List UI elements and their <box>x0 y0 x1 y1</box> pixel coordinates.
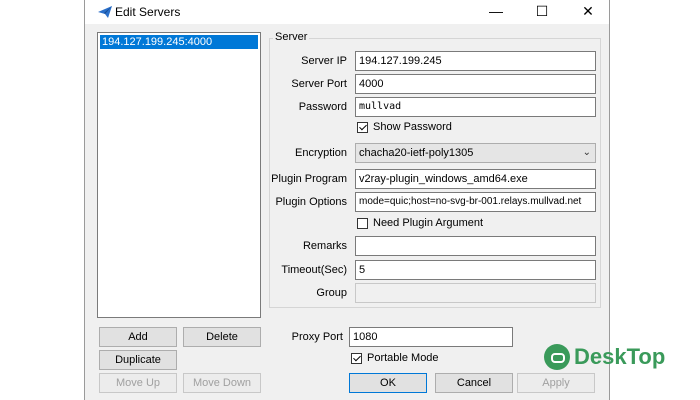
remarks-label: Remarks <box>302 240 347 252</box>
paper-plane-icon <box>98 6 112 18</box>
need-plugin-argument-checkbox[interactable]: Need Plugin Argument <box>357 217 483 229</box>
portable-mode-label: Portable Mode <box>367 352 439 364</box>
server-list-item[interactable]: 194.127.199.245:4000 <box>100 35 258 49</box>
server-port-input[interactable]: 4000 <box>355 74 596 94</box>
minimize-button[interactable]: — <box>473 0 519 24</box>
watermark-text: DeskTop <box>574 344 666 369</box>
password-label: Password <box>298 101 347 113</box>
show-password-checkbox[interactable]: Show Password <box>357 121 452 133</box>
checkbox-checked-icon <box>357 121 368 133</box>
watermark-logo-icon <box>544 344 570 370</box>
move-up-button: Move Up <box>99 373 177 393</box>
window-title: Edit Servers <box>115 5 181 19</box>
remarks-input[interactable] <box>355 236 596 256</box>
chevron-down-icon: ⌄ <box>582 147 591 158</box>
proxy-port-label: Proxy Port <box>291 331 343 343</box>
maximize-button[interactable]: ☐ <box>519 0 565 24</box>
server-ip-label: Server IP <box>301 55 347 67</box>
duplicate-button[interactable]: Duplicate <box>99 350 177 370</box>
add-button[interactable]: Add <box>99 327 177 347</box>
plugin-options-label: Plugin Options <box>275 196 347 208</box>
server-port-label: Server Port <box>291 78 347 90</box>
encryption-value: chacha20-ietf-poly1305 <box>359 147 474 159</box>
cancel-button[interactable]: Cancel <box>435 373 513 393</box>
plugin-options-input[interactable]: mode=quic;host=no-svg-br-001.relays.mull… <box>355 192 596 212</box>
encryption-select[interactable]: chacha20-ietf-poly1305 ⌄ <box>355 143 596 163</box>
apply-button: Apply <box>517 373 595 393</box>
watermark-logo: DeskTop <box>544 342 694 372</box>
need-plugin-argument-label: Need Plugin Argument <box>373 217 484 229</box>
timeout-input[interactable]: 5 <box>355 260 596 280</box>
timeout-label: Timeout(Sec) <box>281 264 347 276</box>
group-label: Group <box>316 287 347 299</box>
edit-servers-window: Edit Servers — ☐ ✕ 194.127.199.245:4000 … <box>84 0 610 400</box>
checkbox-unchecked-icon <box>357 217 368 229</box>
portable-mode-checkbox[interactable]: Portable Mode <box>351 352 439 364</box>
close-button[interactable]: ✕ <box>565 0 611 24</box>
checkbox-checked-icon <box>351 352 362 364</box>
server-group-legend: Server <box>273 31 310 43</box>
encryption-label: Encryption <box>295 147 347 159</box>
password-input[interactable]: mullvad <box>355 97 596 117</box>
proxy-port-input[interactable]: 1080 <box>349 327 513 347</box>
plugin-program-label: Plugin Program <box>271 173 347 185</box>
ok-button[interactable]: OK <box>349 373 427 393</box>
plugin-program-input[interactable]: v2ray-plugin_windows_amd64.exe <box>355 169 596 189</box>
server-ip-input[interactable]: 194.127.199.245 <box>355 51 596 71</box>
group-input <box>355 283 596 303</box>
title-bar[interactable]: Edit Servers — ☐ ✕ <box>85 0 609 24</box>
move-down-button: Move Down <box>183 373 261 393</box>
show-password-label: Show Password <box>373 121 452 133</box>
server-list[interactable]: 194.127.199.245:4000 <box>97 32 261 318</box>
